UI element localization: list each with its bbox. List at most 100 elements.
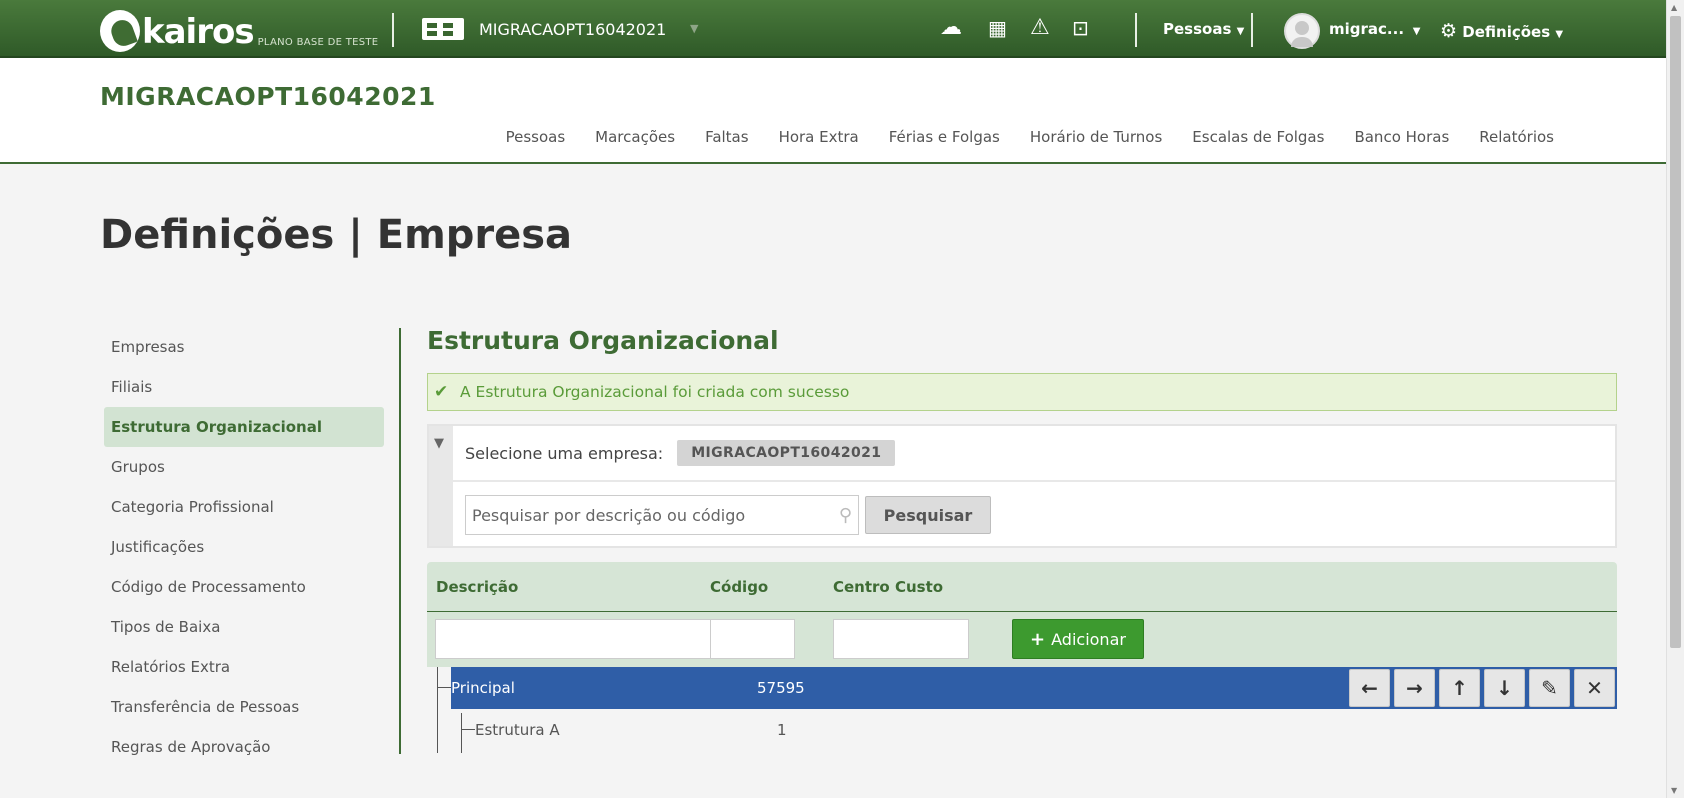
company-chip[interactable]: MIGRACAOPT16042021 [677,440,896,466]
divider [392,13,394,47]
top-bar: kairos PLANO BASE DE TESTE MIGRACAOPT160… [0,0,1666,58]
sidebar-item-grupos[interactable]: Grupos [104,447,384,487]
tree-branch [461,729,475,730]
column-header-codigo: Código [710,578,769,596]
sidebar-divider [399,328,401,754]
gear-icon: ⚙ [1440,20,1458,42]
chevron-down-icon: ▼ [1236,26,1245,37]
nav-hora-extra[interactable]: Hora Extra [779,128,859,146]
nav-relatorios[interactable]: Relatórios [1479,128,1554,146]
node-code: 1 [777,721,787,739]
sidebar-item-tipos-baixa[interactable]: Tipos de Baixa [104,607,384,647]
node-code: 57595 [757,679,805,697]
chevron-down-icon: ▼ [1409,26,1421,37]
add-button-label: Adicionar [1051,629,1126,649]
nav-marcacoes[interactable]: Marcações [595,128,675,146]
sidebar-item-regras-aprovacao[interactable]: Regras de Aprovação [104,727,384,767]
tree-connector [437,667,438,753]
search-box: ⚲ [465,495,859,535]
company-grid-icon [422,18,464,40]
page-title: Definições | Empresa [100,212,573,258]
company-filter-row: Selecione uma empresa: MIGRACAOPT1604202… [453,426,1615,482]
pessoas-menu[interactable]: Pessoas ▼ [1163,20,1244,38]
nav-ferias-folgas[interactable]: Férias e Folgas [889,128,1000,146]
tree-node-row[interactable]: Principal 57595 ← → ↑ ↓ ✎ ✕ [437,667,1617,709]
arrow-left-icon[interactable]: ← [1349,669,1390,707]
main-content: Estrutura Organizacional ✔ A Estrutura O… [427,326,1617,753]
divider [1135,13,1137,47]
column-header-descricao: Descrição [436,578,519,596]
nav-escalas-folgas[interactable]: Escalas de Folgas [1192,128,1324,146]
chevron-down-icon[interactable]: ▼ [690,22,698,35]
node-actions: ← → ↑ ↓ ✎ ✕ [1349,669,1615,707]
nav-horario-turnos[interactable]: Horário de Turnos [1030,128,1162,146]
search-input[interactable] [466,496,858,534]
search-button[interactable]: Pesquisar [865,496,991,534]
tree-branch [437,687,451,688]
arrow-down-icon[interactable]: ↓ [1484,669,1525,707]
filter-panel: ▼ Selecione uma empresa: MIGRACAOPT16042… [427,424,1617,548]
company-title: MIGRACAOPT16042021 [100,82,436,111]
user-menu[interactable]: migrac... ▼ [1329,20,1420,38]
tree-node-row[interactable]: Estrutura A 1 [451,709,1617,751]
new-descricao-input[interactable] [435,619,711,659]
check-icon: ✔ [434,382,449,402]
nav-pessoas[interactable]: Pessoas [506,128,566,146]
scroll-thumb[interactable] [1670,16,1681,648]
org-tree: Principal 57595 ← → ↑ ↓ ✎ ✕ Estrutura A … [427,667,1617,753]
add-button[interactable]: + Adicionar [1012,619,1144,659]
page-scrollbar[interactable]: ▲ ▼ [1666,0,1684,798]
sidebar-item-transferencia-pessoas[interactable]: Transferência de Pessoas [104,687,384,727]
settings-menu-label: Definições [1462,23,1551,41]
select-company-label: Selecione uma empresa: [465,443,664,463]
success-alert: ✔ A Estrutura Organizacional foi criada … [427,373,1617,411]
node-description: Estrutura A [475,721,560,739]
sidebar-item-justificacoes[interactable]: Justificações [104,527,384,567]
node-description: Principal [451,679,515,697]
scroll-down-icon[interactable]: ▼ [1671,786,1677,795]
nav-faltas[interactable]: Faltas [705,128,749,146]
arrow-up-icon[interactable]: ↑ [1439,669,1480,707]
table-header: Descrição Código Centro Custo [427,562,1617,612]
arrow-right-icon[interactable]: → [1394,669,1435,707]
search-row: ⚲ Pesquisar [453,484,1615,546]
org-structure-table: Descrição Código Centro Custo + Adiciona… [427,562,1617,753]
nav-banco-horas[interactable]: Banco Horas [1354,128,1449,146]
pessoas-menu-label: Pessoas [1163,20,1232,38]
user-avatar[interactable] [1284,13,1320,49]
calculator-icon[interactable]: ▦ [988,17,1007,39]
sidebar-item-codigo-processamento[interactable]: Código de Processamento [104,567,384,607]
sidebar-item-filiais[interactable]: Filiais [104,367,384,407]
settings-sidebar: Empresas Filiais Estrutura Organizaciona… [104,327,384,767]
search-icon[interactable]: ⚲ [839,505,852,526]
kairos-logo[interactable]: kairos PLANO BASE DE TESTE [100,6,378,52]
cloud-upload-icon[interactable]: ☁ [940,17,962,39]
scroll-up-icon[interactable]: ▲ [1671,3,1677,12]
sub-header: MIGRACAOPT16042021 Pessoas Marcações Fal… [0,58,1666,164]
company-selector-label: MIGRACAOPT16042021 [479,19,667,39]
user-name: migrac... [1329,20,1405,38]
section-title: Estrutura Organizacional [427,326,779,355]
sidebar-item-estrutura-organizacional[interactable]: Estrutura Organizacional [104,407,384,447]
inbox-icon[interactable]: ⊡ [1072,17,1089,39]
company-selector[interactable]: MIGRACAOPT16042021 [422,18,666,40]
logo-mark-icon [100,10,140,52]
settings-menu[interactable]: ⚙ Definições ▼ [1440,20,1563,42]
sidebar-item-relatorios-extra[interactable]: Relatórios Extra [104,647,384,687]
filter-strip: ▼ [429,426,453,546]
logo-subtitle: PLANO BASE DE TESTE [257,37,379,48]
edit-pencil-icon[interactable]: ✎ [1529,669,1570,707]
sidebar-item-empresas[interactable]: Empresas [104,327,384,367]
delete-icon[interactable]: ✕ [1574,669,1615,707]
filter-icon: ▼ [434,436,444,451]
warning-icon[interactable]: ⚠ [1030,17,1050,39]
alert-message: A Estrutura Organizacional foi criada co… [460,383,850,401]
sidebar-item-categoria-profissional[interactable]: Categoria Profissional [104,487,384,527]
new-entry-row: + Adicionar [427,613,1617,667]
chevron-down-icon: ▼ [1555,29,1564,40]
plus-icon: + [1030,628,1046,650]
new-codigo-input[interactable] [710,619,795,659]
main-nav: Pessoas Marcações Faltas Hora Extra Féri… [506,128,1554,146]
new-centro-custo-input[interactable] [833,619,969,659]
column-header-centro-custo: Centro Custo [833,578,944,596]
